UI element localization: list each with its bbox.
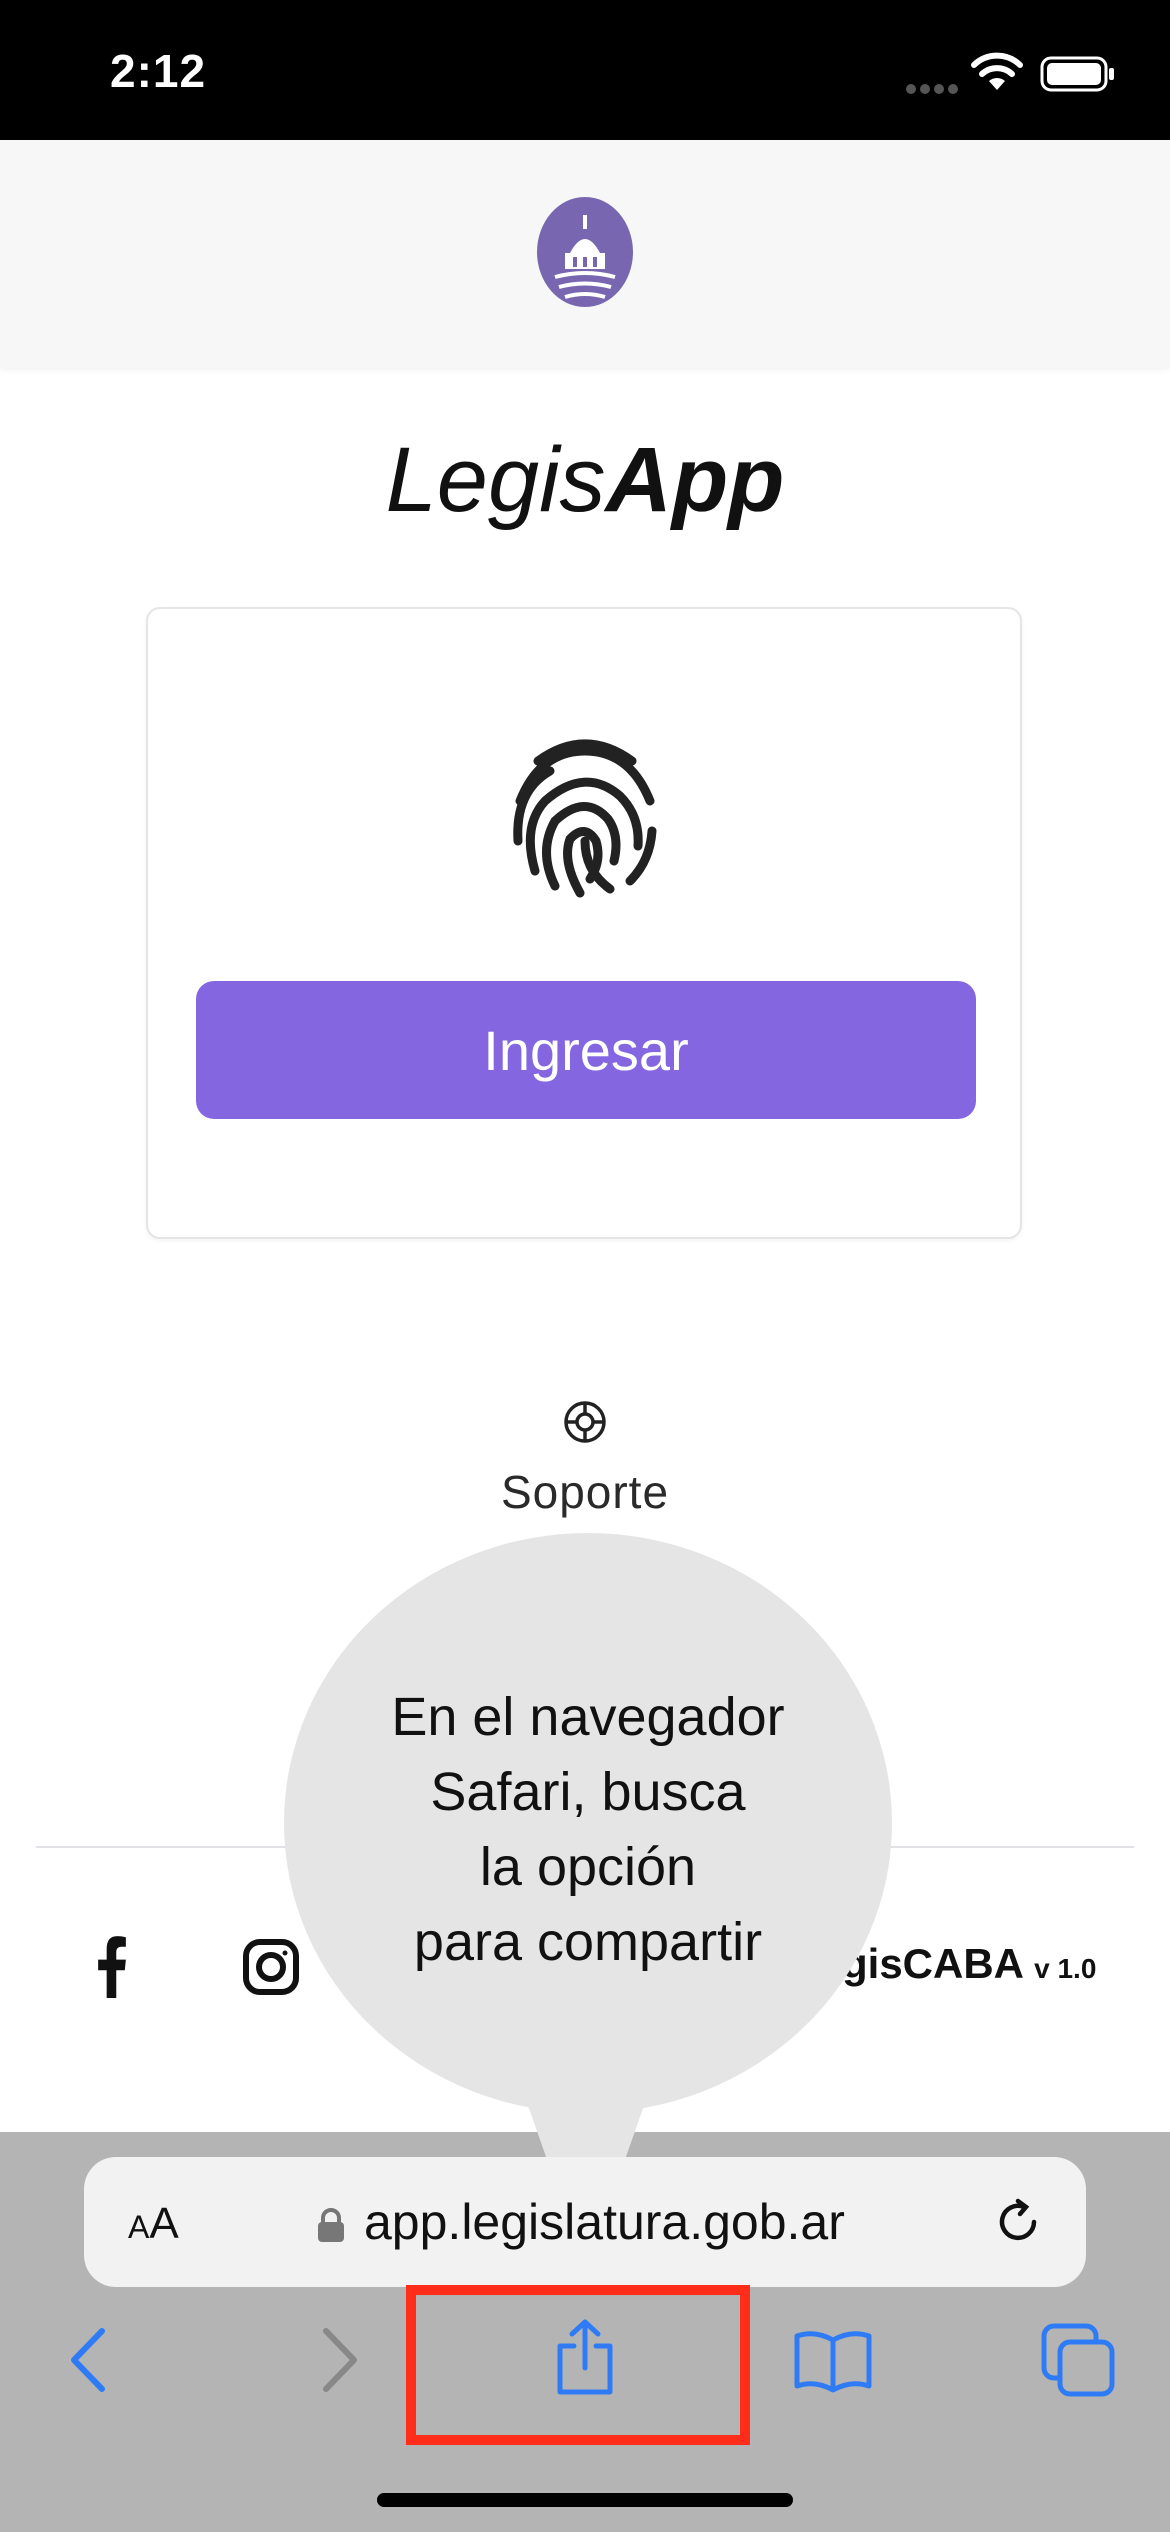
app-title: LegisApp [0, 428, 1170, 533]
forward-icon[interactable] [318, 2325, 362, 2400]
text-size-button[interactable]: AA [128, 2199, 179, 2249]
bookmarks-icon[interactable] [793, 2328, 873, 2399]
tabs-icon[interactable] [1040, 2322, 1116, 2403]
facebook-icon[interactable] [86, 1934, 138, 2003]
status-bar: 2:12 [0, 0, 1170, 140]
login-card: Ingresar [146, 607, 1022, 1239]
support-label: Soporte [500, 1466, 670, 1518]
fingerprint-icon [510, 731, 660, 906]
app-version: v 1.0 [1034, 1953, 1097, 1984]
status-time: 2:12 [110, 45, 207, 97]
login-button[interactable]: Ingresar [196, 981, 976, 1119]
signal-icon [905, 82, 961, 100]
url-text[interactable]: app.legislatura.gob.ar [364, 2193, 845, 2251]
safari-address-bar[interactable]: AA app.legislatura.gob.ar [84, 2157, 1086, 2287]
back-icon[interactable] [66, 2325, 110, 2400]
support-icon [0, 1400, 1170, 1449]
legislature-logo [535, 195, 635, 314]
text-size-small-letter: A [128, 2209, 150, 2245]
share-button-highlight [406, 2285, 750, 2445]
app-title-light: Legis [385, 429, 606, 531]
lock-icon [316, 2207, 346, 2248]
app-header [0, 140, 1170, 368]
support-link[interactable]: Soporte [0, 1400, 1170, 1519]
wifi-icon [970, 52, 1024, 97]
text-size-large-letter: A [149, 2199, 179, 2248]
app-title-bold: App [605, 429, 785, 531]
reload-icon[interactable] [994, 2197, 1044, 2254]
home-indicator [377, 2493, 793, 2507]
battery-icon [1040, 56, 1116, 97]
tooltip-text: En el navegador Safari, busca la opción … [391, 1687, 785, 1972]
